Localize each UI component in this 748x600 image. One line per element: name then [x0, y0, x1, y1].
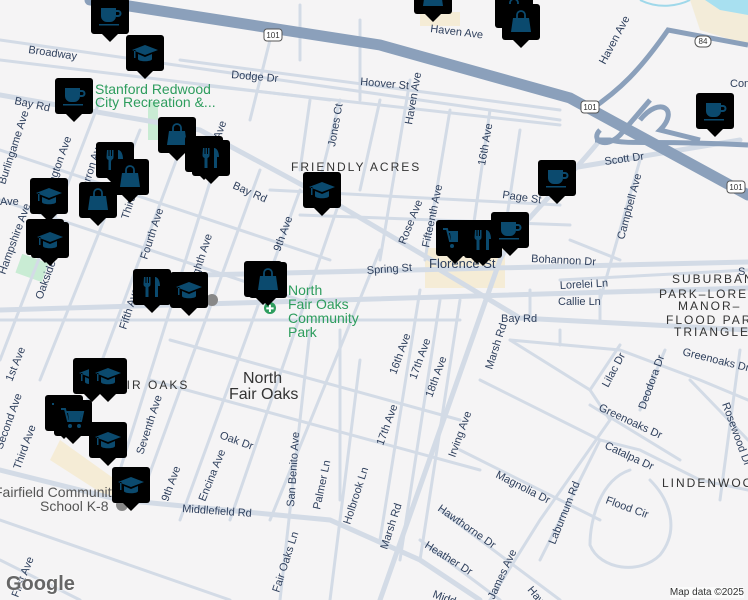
shopping-marker[interactable]: [79, 182, 117, 226]
svg-text:TRIANGLE: TRIANGLE: [674, 325, 748, 339]
svg-text:Lorelei Ln: Lorelei Ln: [560, 277, 609, 292]
svg-text:Conn: Conn: [730, 78, 748, 90]
svg-text:Broadway: Broadway: [28, 44, 79, 63]
svg-text:Haven Ave: Haven Ave: [430, 23, 484, 41]
svg-text:Encina Ave: Encina Ave: [197, 448, 229, 503]
coffee-marker[interactable]: [538, 160, 576, 204]
svg-text:Flood Cir: Flood Cir: [604, 495, 650, 522]
svg-text:Hawthorne Dr: Hawthorne Dr: [435, 503, 498, 552]
svg-text:Deodora Dr: Deodora Dr: [637, 353, 668, 411]
svg-text:Greenoaks Dr: Greenoaks Dr: [597, 402, 664, 442]
svg-text:Palmer Ln: Palmer Ln: [311, 459, 333, 511]
town-label: North Fair Oaks: [229, 370, 298, 403]
svg-text:✚: ✚: [266, 304, 274, 315]
highway-shield: 84: [694, 35, 712, 48]
svg-text:Bay Rd: Bay Rd: [501, 313, 537, 325]
svg-text:101: 101: [583, 103, 597, 112]
shopping-icon: [422, 0, 444, 7]
svg-text:Burlingame Ave: Burlingame Ave: [0, 109, 32, 186]
svg-text:Marsh Rd: Marsh Rd: [483, 322, 509, 371]
svg-text:9th Ave: 9th Ave: [160, 465, 184, 503]
google-logo: Google: [6, 573, 75, 595]
svg-text:Spring St: Spring St: [366, 262, 412, 277]
svg-text:North: North: [243, 370, 282, 387]
svg-text:Rosewood Dr: Rosewood Dr: [719, 401, 748, 468]
svg-text:Hoover St: Hoover St: [360, 76, 410, 92]
svg-text:Midd: Midd: [431, 589, 458, 600]
coffee-marker[interactable]: [91, 0, 129, 42]
map-attribution[interactable]: Map data ©2025: [669, 587, 744, 598]
svg-text:SUBURBAN: SUBURBAN: [672, 272, 748, 286]
svg-text:Haven Ave: Haven Ave: [597, 14, 632, 66]
svg-text:84: 84: [699, 37, 708, 46]
school-marker[interactable]: [89, 422, 127, 466]
svg-text:Campbell Ave: Campbell Ave: [615, 172, 644, 240]
svg-text:Third Ave: Third Ave: [12, 423, 39, 471]
highway-shield: 101: [263, 28, 283, 42]
svg-text:Catalpa Dr: Catalpa Dr: [603, 440, 656, 473]
highway-shield: 101: [726, 180, 746, 194]
school-marker[interactable]: [170, 272, 208, 316]
shopping-marker[interactable]: [502, 4, 540, 48]
map-canvas[interactable]: 101 101 101 84 Broadway Dodge Dr Hoover …: [0, 0, 748, 600]
svg-text:FRIENDLY ACRES: FRIENDLY ACRES: [291, 160, 421, 174]
svg-text:LINDENWOOD: LINDENWOOD: [662, 476, 748, 490]
svg-text:Middlefield Rd: Middlefield Rd: [182, 503, 252, 520]
svg-text:Park: Park: [288, 324, 318, 340]
highway-shield: 101: [580, 100, 600, 114]
coffee-marker[interactable]: [696, 93, 734, 137]
svg-text:Laburnum Rd: Laburnum Rd: [547, 480, 583, 546]
svg-text:1st Ave: 1st Ave: [4, 345, 29, 383]
svg-text:101: 101: [729, 183, 743, 192]
svg-text:16th Ave: 16th Ave: [476, 122, 495, 166]
svg-text:San Benito Ave: San Benito Ave: [285, 432, 302, 508]
svg-text:School K-8: School K-8: [40, 498, 109, 514]
svg-text:101: 101: [266, 31, 280, 40]
svg-text:Callie Ln: Callie Ln: [558, 296, 601, 308]
svg-text:Magnolia Dr: Magnolia Dr: [494, 469, 553, 507]
coffee-marker[interactable]: [55, 78, 93, 122]
svg-text:MANOR–: MANOR–: [678, 299, 741, 313]
creek: [639, 0, 691, 7]
svg-text:Fair Oaks Ln: Fair Oaks Ln: [270, 530, 301, 594]
place-stanford-redwood[interactable]: Stanford Redwood City Recreation &...: [95, 81, 216, 110]
svg-text:Oak Dr: Oak Dr: [218, 430, 255, 453]
grocery-marker[interactable]: [54, 400, 92, 444]
svg-text:Ave: Ave: [0, 196, 19, 208]
svg-text:Jones Ct: Jones Ct: [326, 103, 345, 148]
school-marker[interactable]: [126, 35, 164, 79]
restaurant-marker[interactable]: [192, 140, 230, 184]
svg-text:Heather Dr: Heather Dr: [422, 539, 474, 578]
school-marker[interactable]: [30, 178, 68, 222]
svg-text:Greenoaks Dr: Greenoaks Dr: [681, 346, 748, 374]
svg-text:City Recreation &...: City Recreation &...: [95, 94, 216, 110]
svg-text:Fair Oaks: Fair Oaks: [229, 386, 298, 403]
